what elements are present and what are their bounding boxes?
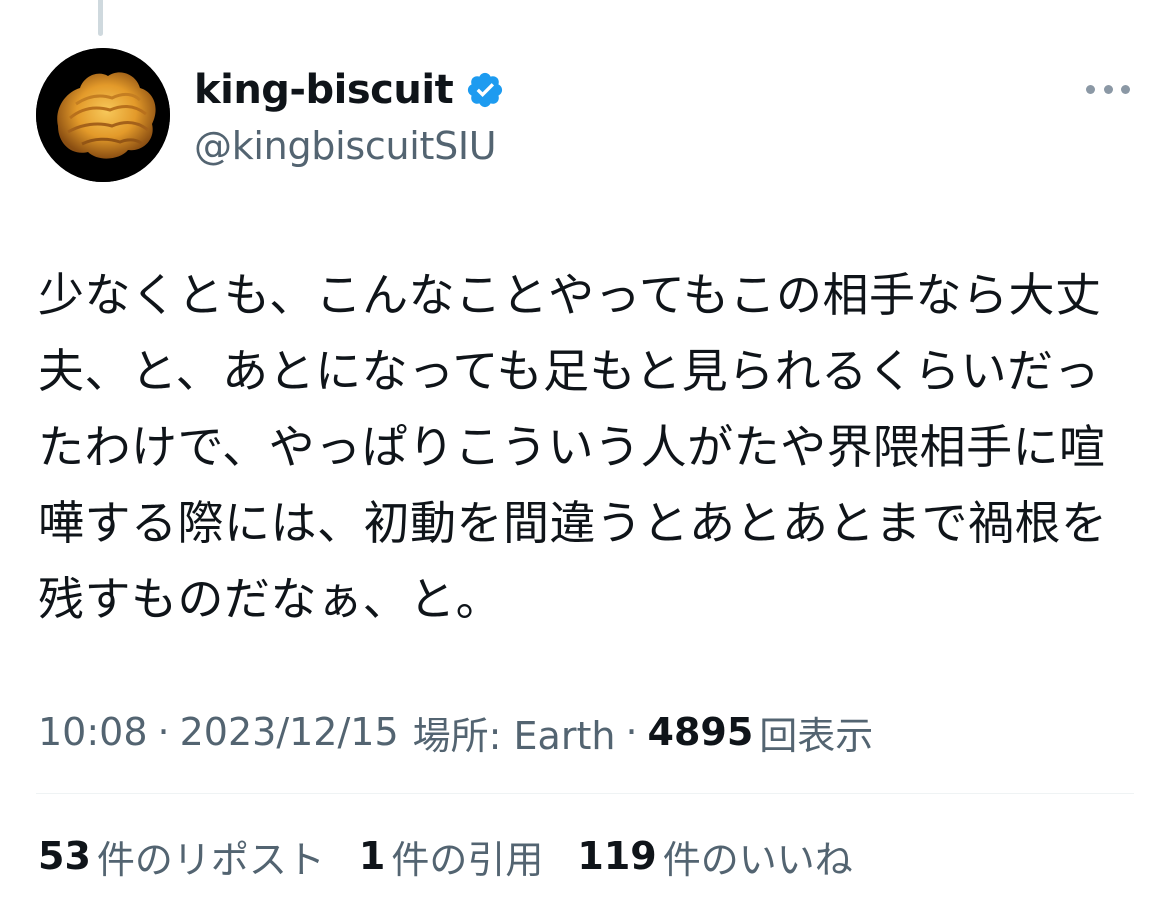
tweet-text-line: 夫、と、あとになっても足もと見られるくらいだっ — [38, 344, 1101, 398]
reposts-label: 件のリポスト — [96, 837, 325, 882]
likes-label: 件のいいね — [662, 837, 853, 882]
tweet-time[interactable]: 10:08 — [38, 710, 148, 754]
meta-separator: · — [625, 710, 638, 754]
verified-badge-icon — [465, 70, 505, 110]
tweet-text-line: たわけで、やっぱりこういう人がたや界隈相手に喧 — [38, 420, 1106, 474]
tweet-text: 少なくとも、こんなことやってもこの相手なら大丈 夫、と、あとになっても足もと見ら… — [38, 257, 1138, 637]
tweet-text-line: 残すものだなぁ、と。 — [38, 572, 503, 626]
more-horizontal-icon — [1086, 84, 1095, 94]
likes-stat[interactable]: 119 件のいいね — [577, 829, 852, 884]
author-handle[interactable]: @kingbiscuitSIU — [194, 118, 497, 174]
tweet-text-line: 少なくとも、こんなことやってもこの相手なら大丈 — [38, 268, 1102, 322]
tweet-meta: 10:08 · 2023/12/15 場所: Earth · 4895 回表示 — [38, 702, 873, 762]
likes-count: 119 — [577, 834, 657, 878]
reposts-stat[interactable]: 53 件のリポスト — [38, 829, 325, 884]
tweet-date[interactable]: 2023/12/15 — [180, 710, 399, 754]
tweet-text-line: 嘩する際には、初動を間違うとあとあとまで禍根を — [38, 496, 1108, 550]
quotes-count: 1 — [358, 834, 386, 878]
reposts-count: 53 — [38, 834, 91, 878]
author-display-name[interactable]: king-biscuit — [194, 70, 454, 110]
quotes-label: 件の引用 — [391, 837, 544, 882]
meta-separator: · — [157, 710, 170, 754]
more-horizontal-icon-dot — [1121, 84, 1130, 94]
more-options-button[interactable] — [1082, 72, 1134, 106]
tweet-location: 場所: Earth — [412, 713, 616, 758]
quotes-stat[interactable]: 1 件の引用 — [359, 829, 543, 884]
divider — [36, 793, 1134, 794]
author-name-row[interactable]: king-biscuit — [194, 62, 505, 118]
croissant-photo-avatar-icon — [36, 48, 170, 182]
avatar[interactable] — [36, 48, 170, 182]
engagement-stats: 53 件のリポスト 1 件の引用 119 件のいいね — [38, 826, 887, 886]
more-horizontal-icon-dot — [1103, 84, 1113, 94]
thread-connector-line — [98, 0, 103, 36]
views-label: 回表示 — [759, 713, 874, 758]
views-count: 4895 — [647, 710, 754, 754]
